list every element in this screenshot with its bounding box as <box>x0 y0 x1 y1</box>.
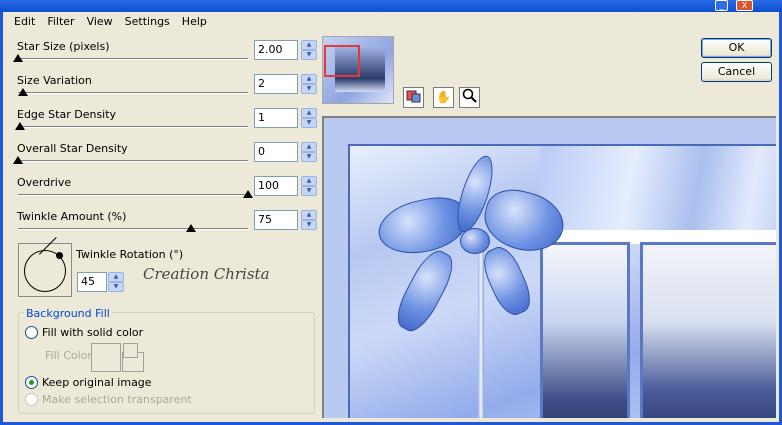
spin-down-icon[interactable]: ▼ <box>301 50 317 60</box>
value-spinner[interactable]: ▲ ▼ <box>301 108 317 128</box>
keep-original-radio[interactable] <box>25 376 38 389</box>
keep-original-label[interactable]: Keep original image <box>42 376 152 389</box>
signature-watermark: Creation Christa <box>143 265 270 283</box>
slider-track[interactable] <box>18 194 248 196</box>
thumbnail-selection-box[interactable] <box>324 45 360 77</box>
slider-track[interactable] <box>18 58 248 60</box>
slider-track[interactable] <box>18 126 248 128</box>
value-input[interactable]: 2.00 <box>254 40 298 60</box>
ok-button[interactable]: OK <box>701 38 772 58</box>
make-transparent-radio <box>25 393 38 406</box>
value-spinner[interactable]: ▲ ▼ <box>301 142 317 162</box>
navigator-thumbnail[interactable] <box>322 36 394 104</box>
value-spinner[interactable]: ▲ ▼ <box>301 74 317 94</box>
value-spinner[interactable]: ▲ ▼ <box>301 40 317 60</box>
slider-thumb[interactable] <box>17 88 28 96</box>
menu-edit[interactable]: Edit <box>8 14 41 30</box>
fill-color-swatch-small <box>123 343 138 358</box>
value-input[interactable]: 2 <box>254 74 298 94</box>
spin-up-icon[interactable]: ▲ <box>301 108 317 118</box>
slider-label: Overall Star Density <box>17 142 128 155</box>
spin-down-icon[interactable]: ▼ <box>301 186 317 196</box>
hand-pan-icon[interactable]: ✋ <box>433 87 454 108</box>
twinkle-rotation-spinner[interactable]: ▲ ▼ <box>108 272 124 292</box>
slider-label: Star Size (pixels) <box>17 40 110 53</box>
spin-up-icon[interactable]: ▲ <box>301 176 317 186</box>
spin-up-icon[interactable]: ▲ <box>301 40 317 50</box>
spin-down-icon[interactable]: ▼ <box>301 220 317 230</box>
background-fill-title: Background Fill <box>24 307 112 320</box>
twinkle-rotation-input[interactable]: 45 <box>77 272 107 292</box>
zoom-magnifier-icon[interactable] <box>459 87 480 108</box>
slider-thumb[interactable] <box>13 156 23 164</box>
slider-track[interactable] <box>18 92 248 94</box>
preview-window-left <box>540 242 630 418</box>
spin-down-icon[interactable]: ▼ <box>301 84 317 94</box>
bow-tail-right <box>477 242 537 320</box>
spin-down-icon[interactable]: ▼ <box>301 152 317 162</box>
close-button[interactable]: X <box>736 0 753 11</box>
menu-filter[interactable]: Filter <box>41 14 80 30</box>
value-spinner[interactable]: ▲ ▼ <box>301 210 317 230</box>
slider-thumb[interactable] <box>185 224 196 232</box>
cancel-button[interactable]: Cancel <box>701 62 772 82</box>
preview-pane[interactable] <box>322 116 776 418</box>
spin-up-icon[interactable]: ▲ <box>301 210 317 220</box>
move-preview-icon[interactable] <box>403 87 424 108</box>
twinkle-rotation-dial[interactable] <box>18 237 72 297</box>
dial-handle[interactable] <box>56 252 63 259</box>
spin-up-icon[interactable]: ▲ <box>108 272 124 282</box>
fill-solid-radio[interactable] <box>25 326 38 339</box>
twinkle-rotation-label: Twinkle Rotation (°) <box>76 248 184 261</box>
slider-label: Edge Star Density <box>17 108 117 121</box>
bow-knot <box>460 228 490 254</box>
slider-track[interactable] <box>18 160 248 162</box>
preview-image <box>348 144 776 418</box>
slider-label: Size Variation <box>17 74 92 87</box>
spin-up-icon[interactable]: ▲ <box>301 142 317 152</box>
minimize-button[interactable]: _ <box>715 0 728 11</box>
spin-down-icon[interactable]: ▼ <box>108 282 124 292</box>
menu-bar: Edit Filter View Settings Help <box>8 14 213 30</box>
value-input[interactable]: 75 <box>254 210 298 230</box>
preview-window-right <box>640 242 776 418</box>
value-input[interactable]: 100 <box>254 176 298 196</box>
value-input[interactable]: 0 <box>254 142 298 162</box>
value-input[interactable]: 1 <box>254 108 298 128</box>
slider-label: Overdrive <box>17 176 72 189</box>
menu-help[interactable]: Help <box>176 14 213 30</box>
slider-thumb[interactable] <box>13 54 23 62</box>
fill-color-label: Fill Color <box>45 349 92 362</box>
spin-up-icon[interactable]: ▲ <box>301 74 317 84</box>
menu-settings[interactable]: Settings <box>119 14 176 30</box>
slider-thumb[interactable] <box>15 122 26 130</box>
slider-label: Twinkle Amount (%) <box>17 210 127 223</box>
preview-curtain <box>540 146 776 236</box>
fill-solid-label[interactable]: Fill with solid color <box>42 326 143 339</box>
slider-thumb[interactable] <box>243 190 253 198</box>
title-bar: _ X <box>0 0 782 12</box>
fill-color-swatch[interactable] <box>91 343 121 372</box>
bow-tail-left <box>389 245 461 337</box>
value-spinner[interactable]: ▲ ▼ <box>301 176 317 196</box>
slider-track[interactable] <box>18 228 248 230</box>
make-transparent-label: Make selection transparent <box>42 393 192 406</box>
menu-view[interactable]: View <box>81 14 119 30</box>
spin-down-icon[interactable]: ▼ <box>301 118 317 128</box>
